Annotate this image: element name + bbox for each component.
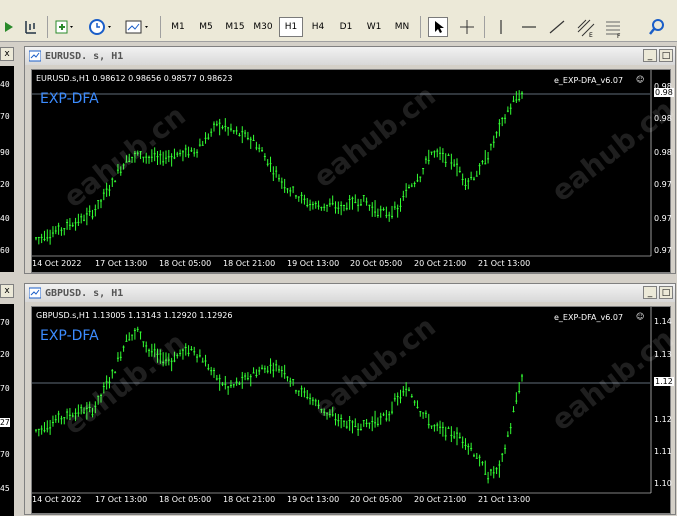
vertical-line-icon[interactable] [492,18,510,36]
timeframe-m5[interactable]: M5 [194,17,218,37]
timeframe-w1[interactable]: W1 [362,17,386,37]
strip-label: 70 [0,384,10,393]
window-titlebar[interactable]: GBPUSD. s, H1 [25,284,675,302]
strip-label: 70 [0,318,10,327]
chart-window-eurusd: EURUSD. s, H1 _ □ EURUSD.s,H1 0.98612 0.… [24,46,677,274]
strip-label: 20 [0,180,10,189]
expert-advisor-label: e_EXP-DFA_v6.07 [554,313,624,322]
strip-label: 70 [0,450,10,459]
template-icon[interactable] [124,18,148,36]
timeframe-h1[interactable]: H1 [279,17,303,37]
play-icon[interactable] [2,18,20,36]
timeframe-h4[interactable]: H4 [306,17,330,37]
channel-icon[interactable]: E [576,18,595,39]
current-price-tag: 0.98 [654,88,674,97]
x-axis-tick: 18 Oct 21:00 [223,495,276,504]
left-window-close-button[interactable]: x [0,284,14,298]
timeframe-m1[interactable]: M1 [166,17,190,37]
ea-name-label: EXP-DFA [40,328,99,344]
svg-text:F: F [617,33,621,38]
timeframe-d1[interactable]: D1 [334,17,358,37]
window-titlebar[interactable]: EURUSD. s, H1 [25,47,675,65]
left-chart-strip-bottom: 70 20 70 27 70 45 [0,304,14,516]
x-axis-tick: 19 Oct 13:00 [287,495,340,504]
x-axis-tick: 14 Oct 2022 [32,259,82,268]
y-axis-tick: 0.97 [654,214,672,223]
timeframe-mn[interactable]: MN [390,17,414,37]
strip-label: 27 [0,418,10,427]
x-axis-tick: 19 Oct 13:00 [287,259,340,268]
minimize-button[interactable]: _ [643,49,657,62]
window-title: EURUSD. s, H1 [45,50,124,62]
left-window-close-button[interactable]: x [0,47,14,61]
strip-label: 45 [0,484,10,493]
window-title: GBPUSD. s, H1 [45,287,124,299]
strip-label: 60 [0,246,10,255]
horizontal-line-icon[interactable] [520,18,538,36]
y-axis-tick: 1.13 [654,350,672,359]
timeframe-m15[interactable]: M15 [222,17,248,37]
y-axis-tick: 0.98 [654,148,672,157]
y-axis-tick: 1.12 [654,415,672,424]
current-price-tag: 1.12 [654,377,674,386]
smiley-icon: ☺ [636,312,645,321]
x-axis-tick: 20 Oct 05:00 [350,259,403,268]
y-axis-tick: 0.97 [654,246,672,255]
expert-advisor-label: e_EXP-DFA_v6.07 [554,76,624,85]
strip-label: 40 [0,214,10,223]
svg-text:E: E [589,32,593,38]
y-axis-tick: 1.14 [654,317,672,326]
crosshair-icon[interactable] [458,18,476,36]
trendline-icon[interactable] [548,18,566,36]
timeframe-m30[interactable]: M30 [250,17,276,37]
chart-window-icon [29,287,41,299]
chart-window-gbpusd: GBPUSD. s, H1 _ □ GBPUSD.s,H1 1.13005 1.… [24,283,677,515]
search-icon[interactable] [648,18,666,36]
y-axis-tick: 0.97 [654,180,672,189]
x-axis-tick: 17 Oct 13:00 [95,259,148,268]
x-axis-tick: 20 Oct 21:00 [414,495,467,504]
x-axis-tick: 14 Oct 2022 [32,495,82,504]
symbol-info: EURUSD.s,H1 0.98612 0.98656 0.98577 0.98… [36,74,233,83]
x-axis-tick: 21 Oct 13:00 [478,259,531,268]
chart-window-icon [29,50,41,62]
left-chart-strip-top: 40 70 90 20 40 60 [0,66,14,272]
main-toolbar: M1 M5 M15 M30 H1 H4 D1 W1 MN E F [0,0,677,42]
x-axis-tick: 21 Oct 13:00 [478,495,531,504]
strip-label: 90 [0,148,10,157]
new-chart-icon[interactable] [54,18,73,36]
ea-name-label: EXP-DFA [40,91,99,107]
smiley-icon: ☺ [636,75,645,84]
x-axis-tick: 17 Oct 13:00 [95,495,148,504]
fibonacci-icon[interactable]: F [604,18,622,40]
x-axis-tick: 18 Oct 05:00 [159,495,212,504]
chart-bars-icon[interactable] [22,18,40,36]
x-axis-tick: 20 Oct 05:00 [350,495,403,504]
y-axis-tick: 1.11 [654,447,672,456]
maximize-button[interactable]: □ [659,286,673,299]
cursor-icon[interactable] [428,17,448,37]
y-axis-tick: 0.98 [654,114,672,123]
symbol-info: GBPUSD.s,H1 1.13005 1.13143 1.12920 1.12… [36,311,233,320]
strip-label: 20 [0,350,10,359]
strip-label: 70 [0,112,10,121]
x-axis-tick: 18 Oct 21:00 [223,259,276,268]
maximize-button[interactable]: □ [659,49,673,62]
chart-area[interactable]: GBPUSD.s,H1 1.13005 1.13143 1.12920 1.12… [31,306,677,514]
chart-area[interactable]: EURUSD.s,H1 0.98612 0.98656 0.98577 0.98… [31,69,677,273]
clock-icon[interactable] [88,18,111,36]
x-axis-tick: 18 Oct 05:00 [159,259,212,268]
minimize-button[interactable]: _ [643,286,657,299]
y-axis-tick: 1.10 [654,479,672,488]
x-axis-tick: 20 Oct 21:00 [414,259,467,268]
strip-label: 40 [0,80,10,89]
